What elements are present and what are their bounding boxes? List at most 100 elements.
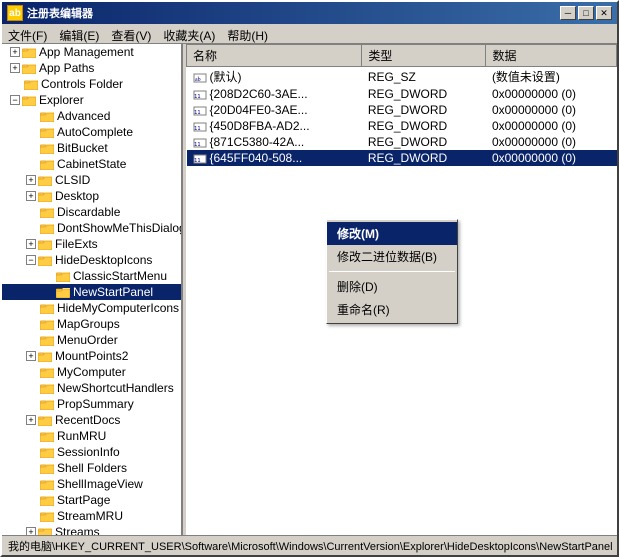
- tree-item[interactable]: DontShowMeThisDialogA...: [2, 220, 181, 236]
- menu-help[interactable]: 帮助(H): [221, 26, 274, 41]
- tree-item-label: AutoComplete: [57, 125, 133, 139]
- statusbar-text: 我的电脑\HKEY_CURRENT_USER\Software\Microsof…: [8, 538, 613, 554]
- context-menu-item[interactable]: 修改(M): [327, 222, 457, 245]
- reg-name: 11{645FF040-508...: [187, 150, 362, 166]
- tree-item[interactable]: PropSummary: [2, 396, 181, 412]
- table-row[interactable]: 11{20D04FE0-3AE... REG_DWORD 0x00000000 …: [187, 102, 617, 118]
- tree-item-label: SessionInfo: [57, 445, 120, 459]
- tree-item[interactable]: MenuOrder: [2, 332, 181, 348]
- tree-item-label: RecentDocs: [55, 413, 120, 427]
- reg-name: 11{450D8FBA-AD2...: [187, 118, 362, 134]
- tree-item-label: NewStartPanel: [73, 285, 153, 299]
- folder-icon: [40, 510, 54, 522]
- tree-item[interactable]: + RecentDocs: [2, 412, 181, 428]
- tree-item-label: Explorer: [39, 93, 84, 107]
- menubar: 文件(F) 编辑(E) 查看(V) 收藏夹(A) 帮助(H): [2, 24, 617, 44]
- tree-item[interactable]: StreamMRU: [2, 508, 181, 524]
- folder-icon: [40, 478, 54, 490]
- tree-item[interactable]: StartPage: [2, 492, 181, 508]
- tree-expander[interactable]: +: [10, 63, 20, 73]
- folder-icon: [40, 494, 54, 506]
- minimize-button[interactable]: ─: [560, 6, 576, 20]
- tree-item[interactable]: RunMRU: [2, 428, 181, 444]
- folder-icon: [40, 158, 54, 170]
- tree-expander[interactable]: +: [26, 415, 36, 425]
- svg-text:11: 11: [194, 94, 201, 100]
- table-row[interactable]: 11{208D2C60-3AE... REG_DWORD 0x00000000 …: [187, 86, 617, 102]
- close-button[interactable]: ✕: [596, 6, 612, 20]
- tree-item-label: PropSummary: [57, 397, 134, 411]
- tree-expander[interactable]: −: [10, 95, 20, 105]
- tree-item[interactable]: − HideDesktopIcons: [2, 252, 181, 268]
- folder-icon: [40, 366, 54, 378]
- tree-item[interactable]: ClassicStartMenu: [2, 268, 181, 284]
- tree-pane[interactable]: + App Management+ App Paths Controls Fol…: [2, 44, 182, 535]
- menu-file[interactable]: 文件(F): [2, 26, 53, 41]
- menu-favorites[interactable]: 收藏夹(A): [157, 26, 221, 41]
- tree-item[interactable]: BitBucket: [2, 140, 181, 156]
- table-row[interactable]: 11{450D8FBA-AD2... REG_DWORD 0x00000000 …: [187, 118, 617, 134]
- table-row[interactable]: ab(默认) REG_SZ (数值未设置): [187, 67, 617, 87]
- tree-expander[interactable]: +: [10, 47, 20, 57]
- reg-name: ab(默认): [187, 67, 362, 87]
- menu-view[interactable]: 查看(V): [105, 26, 157, 41]
- tree-item-label: FileExts: [55, 237, 98, 251]
- tree-item[interactable]: + FileExts: [2, 236, 181, 252]
- table-row[interactable]: 11{645FF040-508... REG_DWORD 0x00000000 …: [187, 150, 617, 166]
- tree-item[interactable]: + App Paths: [2, 60, 181, 76]
- tree-item[interactable]: SessionInfo: [2, 444, 181, 460]
- tree-expander[interactable]: −: [26, 255, 36, 265]
- reg-data: 0x00000000 (0): [486, 102, 617, 118]
- tree-item-label: Streams: [55, 525, 100, 535]
- tree-expander[interactable]: +: [26, 191, 36, 201]
- folder-icon: [38, 174, 52, 186]
- tree-item[interactable]: + Streams: [2, 524, 181, 535]
- tree-expander[interactable]: +: [26, 239, 36, 249]
- table-row[interactable]: 11{871C5380-42A... REG_DWORD 0x00000000 …: [187, 134, 617, 150]
- tree-item[interactable]: AutoComplete: [2, 124, 181, 140]
- folder-icon: [40, 334, 54, 346]
- tree-item[interactable]: ShellImageView: [2, 476, 181, 492]
- menu-edit[interactable]: 编辑(E): [53, 26, 105, 41]
- tree-item[interactable]: NewShortcutHandlers: [2, 380, 181, 396]
- tree-item-label: HideDesktopIcons: [55, 253, 152, 267]
- tree-expander[interactable]: +: [26, 175, 36, 185]
- tree-item[interactable]: HideMyComputerIcons: [2, 300, 181, 316]
- tree-item[interactable]: − Explorer: [2, 92, 181, 108]
- tree-item[interactable]: + Desktop: [2, 188, 181, 204]
- tree-item-label: DontShowMeThisDialogA...: [57, 221, 182, 235]
- folder-icon: [40, 382, 54, 394]
- context-menu-item[interactable]: 删除(D): [327, 275, 457, 298]
- tree-item-label: MountPoints2: [55, 349, 128, 363]
- tree-item[interactable]: MyComputer: [2, 364, 181, 380]
- tree-item[interactable]: Shell Folders: [2, 460, 181, 476]
- tree-item[interactable]: MapGroups: [2, 316, 181, 332]
- tree-item-label: CLSID: [55, 173, 90, 187]
- tree-item-label: Desktop: [55, 189, 99, 203]
- context-menu-item[interactable]: 修改二进位数据(B): [327, 245, 457, 268]
- context-menu-item[interactable]: 重命名(R): [327, 298, 457, 321]
- folder-icon: [40, 222, 54, 234]
- folder-icon: [40, 430, 54, 442]
- tree-item[interactable]: + MountPoints2: [2, 348, 181, 364]
- tree-item-label: ShellImageView: [57, 477, 143, 491]
- titlebar-left: ab 注册表编辑器: [7, 5, 93, 21]
- reg-type: REG_DWORD: [362, 150, 486, 166]
- tree-expander[interactable]: +: [26, 527, 36, 535]
- tree-expander[interactable]: +: [26, 351, 36, 361]
- tree-item[interactable]: + App Management: [2, 44, 181, 60]
- folder-icon: [40, 110, 54, 122]
- tree-item[interactable]: Controls Folder: [2, 76, 181, 92]
- tree-item[interactable]: NewStartPanel: [2, 284, 181, 300]
- folder-icon: [22, 46, 36, 58]
- tree-item-label: Discardable: [57, 205, 120, 219]
- folder-icon: [40, 446, 54, 458]
- folder-icon: [40, 462, 54, 474]
- tree-item[interactable]: CabinetState: [2, 156, 181, 172]
- tree-item[interactable]: Advanced: [2, 108, 181, 124]
- tree-item[interactable]: + CLSID: [2, 172, 181, 188]
- tree-item-label: Controls Folder: [41, 77, 123, 91]
- maximize-button[interactable]: □: [578, 6, 594, 20]
- tree-item[interactable]: Discardable: [2, 204, 181, 220]
- col-data: 数据: [486, 45, 617, 67]
